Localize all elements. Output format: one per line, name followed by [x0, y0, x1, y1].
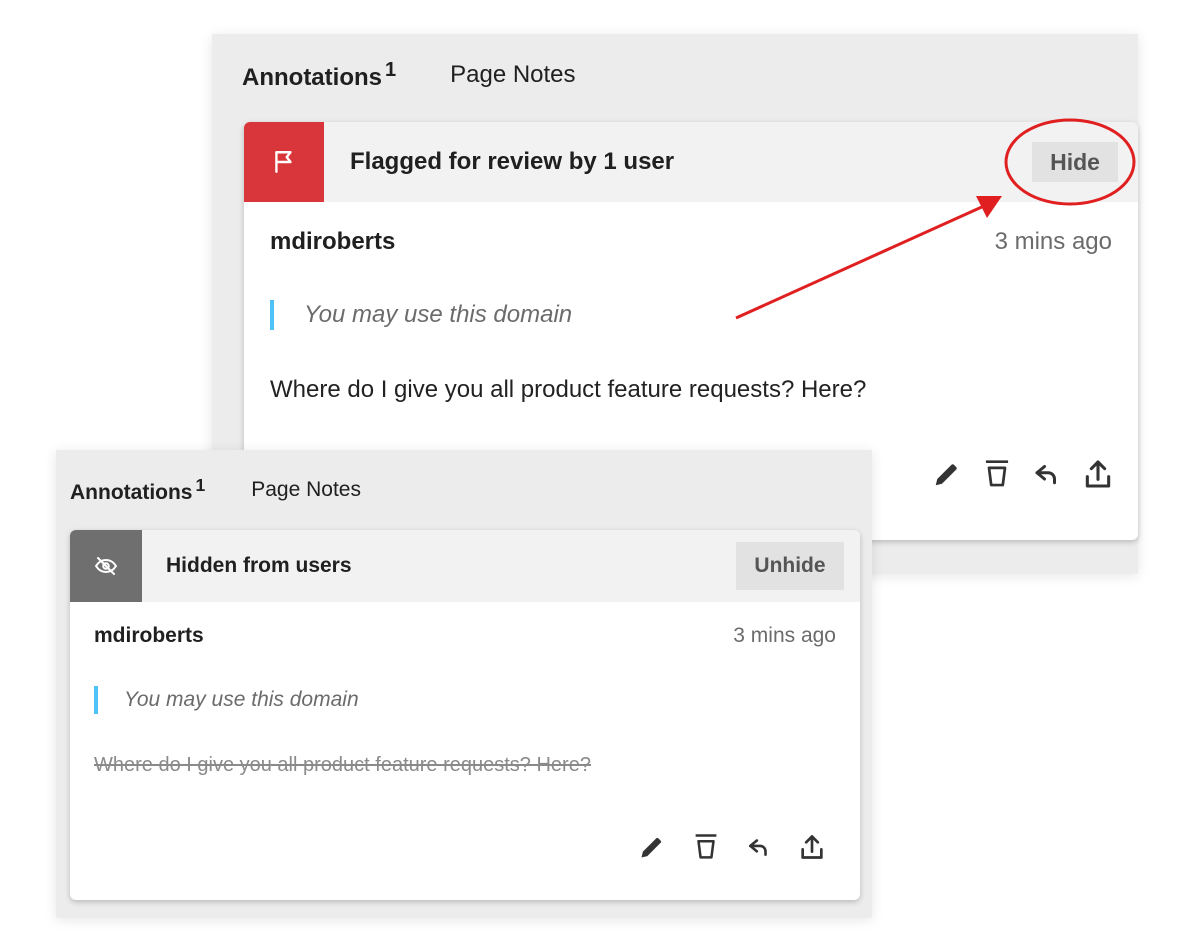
eye-slash-icon — [70, 530, 142, 602]
annotation-card: Hidden from users Unhide mdiroberts 3 mi… — [70, 530, 860, 900]
username[interactable]: mdiroberts — [270, 228, 395, 256]
moderation-status-text: Flagged for review by 1 user — [350, 148, 675, 175]
reply-icon[interactable] — [746, 834, 772, 860]
unhide-button[interactable]: Unhide — [736, 542, 844, 590]
tab-bar: Annotations 1 Page Notes — [212, 34, 1138, 116]
annotation-actions — [932, 458, 1114, 490]
annotation-quote[interactable]: You may use this domain — [94, 686, 359, 714]
annotation-panel-hidden: Annotations 1 Page Notes Hidden from user… — [56, 450, 872, 918]
tab-annotations[interactable]: Annotations 1 — [242, 59, 396, 92]
flag-icon — [244, 122, 324, 202]
tab-page-notes[interactable]: Page Notes — [251, 478, 361, 502]
username[interactable]: mdiroberts — [94, 624, 204, 648]
share-icon[interactable] — [798, 833, 826, 861]
timestamp[interactable]: 3 mins ago — [995, 228, 1112, 256]
tab-annotations[interactable]: Annotations 1 — [70, 475, 205, 505]
annotation-body-hidden: Where do I give you all product feature … — [94, 754, 591, 776]
edit-icon[interactable] — [638, 833, 666, 861]
tab-bar: Annotations 1 Page Notes — [56, 450, 872, 530]
moderation-status-text: Hidden from users — [166, 554, 352, 577]
hide-button[interactable]: Hide — [1032, 142, 1118, 182]
reply-icon[interactable] — [1032, 459, 1062, 489]
moderation-banner: Hidden from users Unhide — [70, 530, 860, 602]
annotation-quote[interactable]: You may use this domain — [270, 300, 572, 330]
annotation-actions — [638, 832, 826, 862]
annotation-count: 1 — [384, 58, 397, 81]
share-icon[interactable] — [1082, 458, 1114, 490]
timestamp[interactable]: 3 mins ago — [733, 624, 836, 648]
tab-annotations-label: Annotations — [242, 63, 382, 91]
moderation-banner: Flagged for review by 1 user Hide — [244, 122, 1138, 202]
edit-icon[interactable] — [932, 459, 962, 489]
annotation-count: 1 — [195, 475, 206, 495]
delete-icon[interactable] — [692, 832, 720, 862]
annotation-body: Where do I give you all product feature … — [270, 376, 867, 403]
tab-annotations-label: Annotations — [70, 481, 193, 504]
tab-page-notes[interactable]: Page Notes — [450, 61, 575, 89]
delete-icon[interactable] — [982, 458, 1012, 490]
